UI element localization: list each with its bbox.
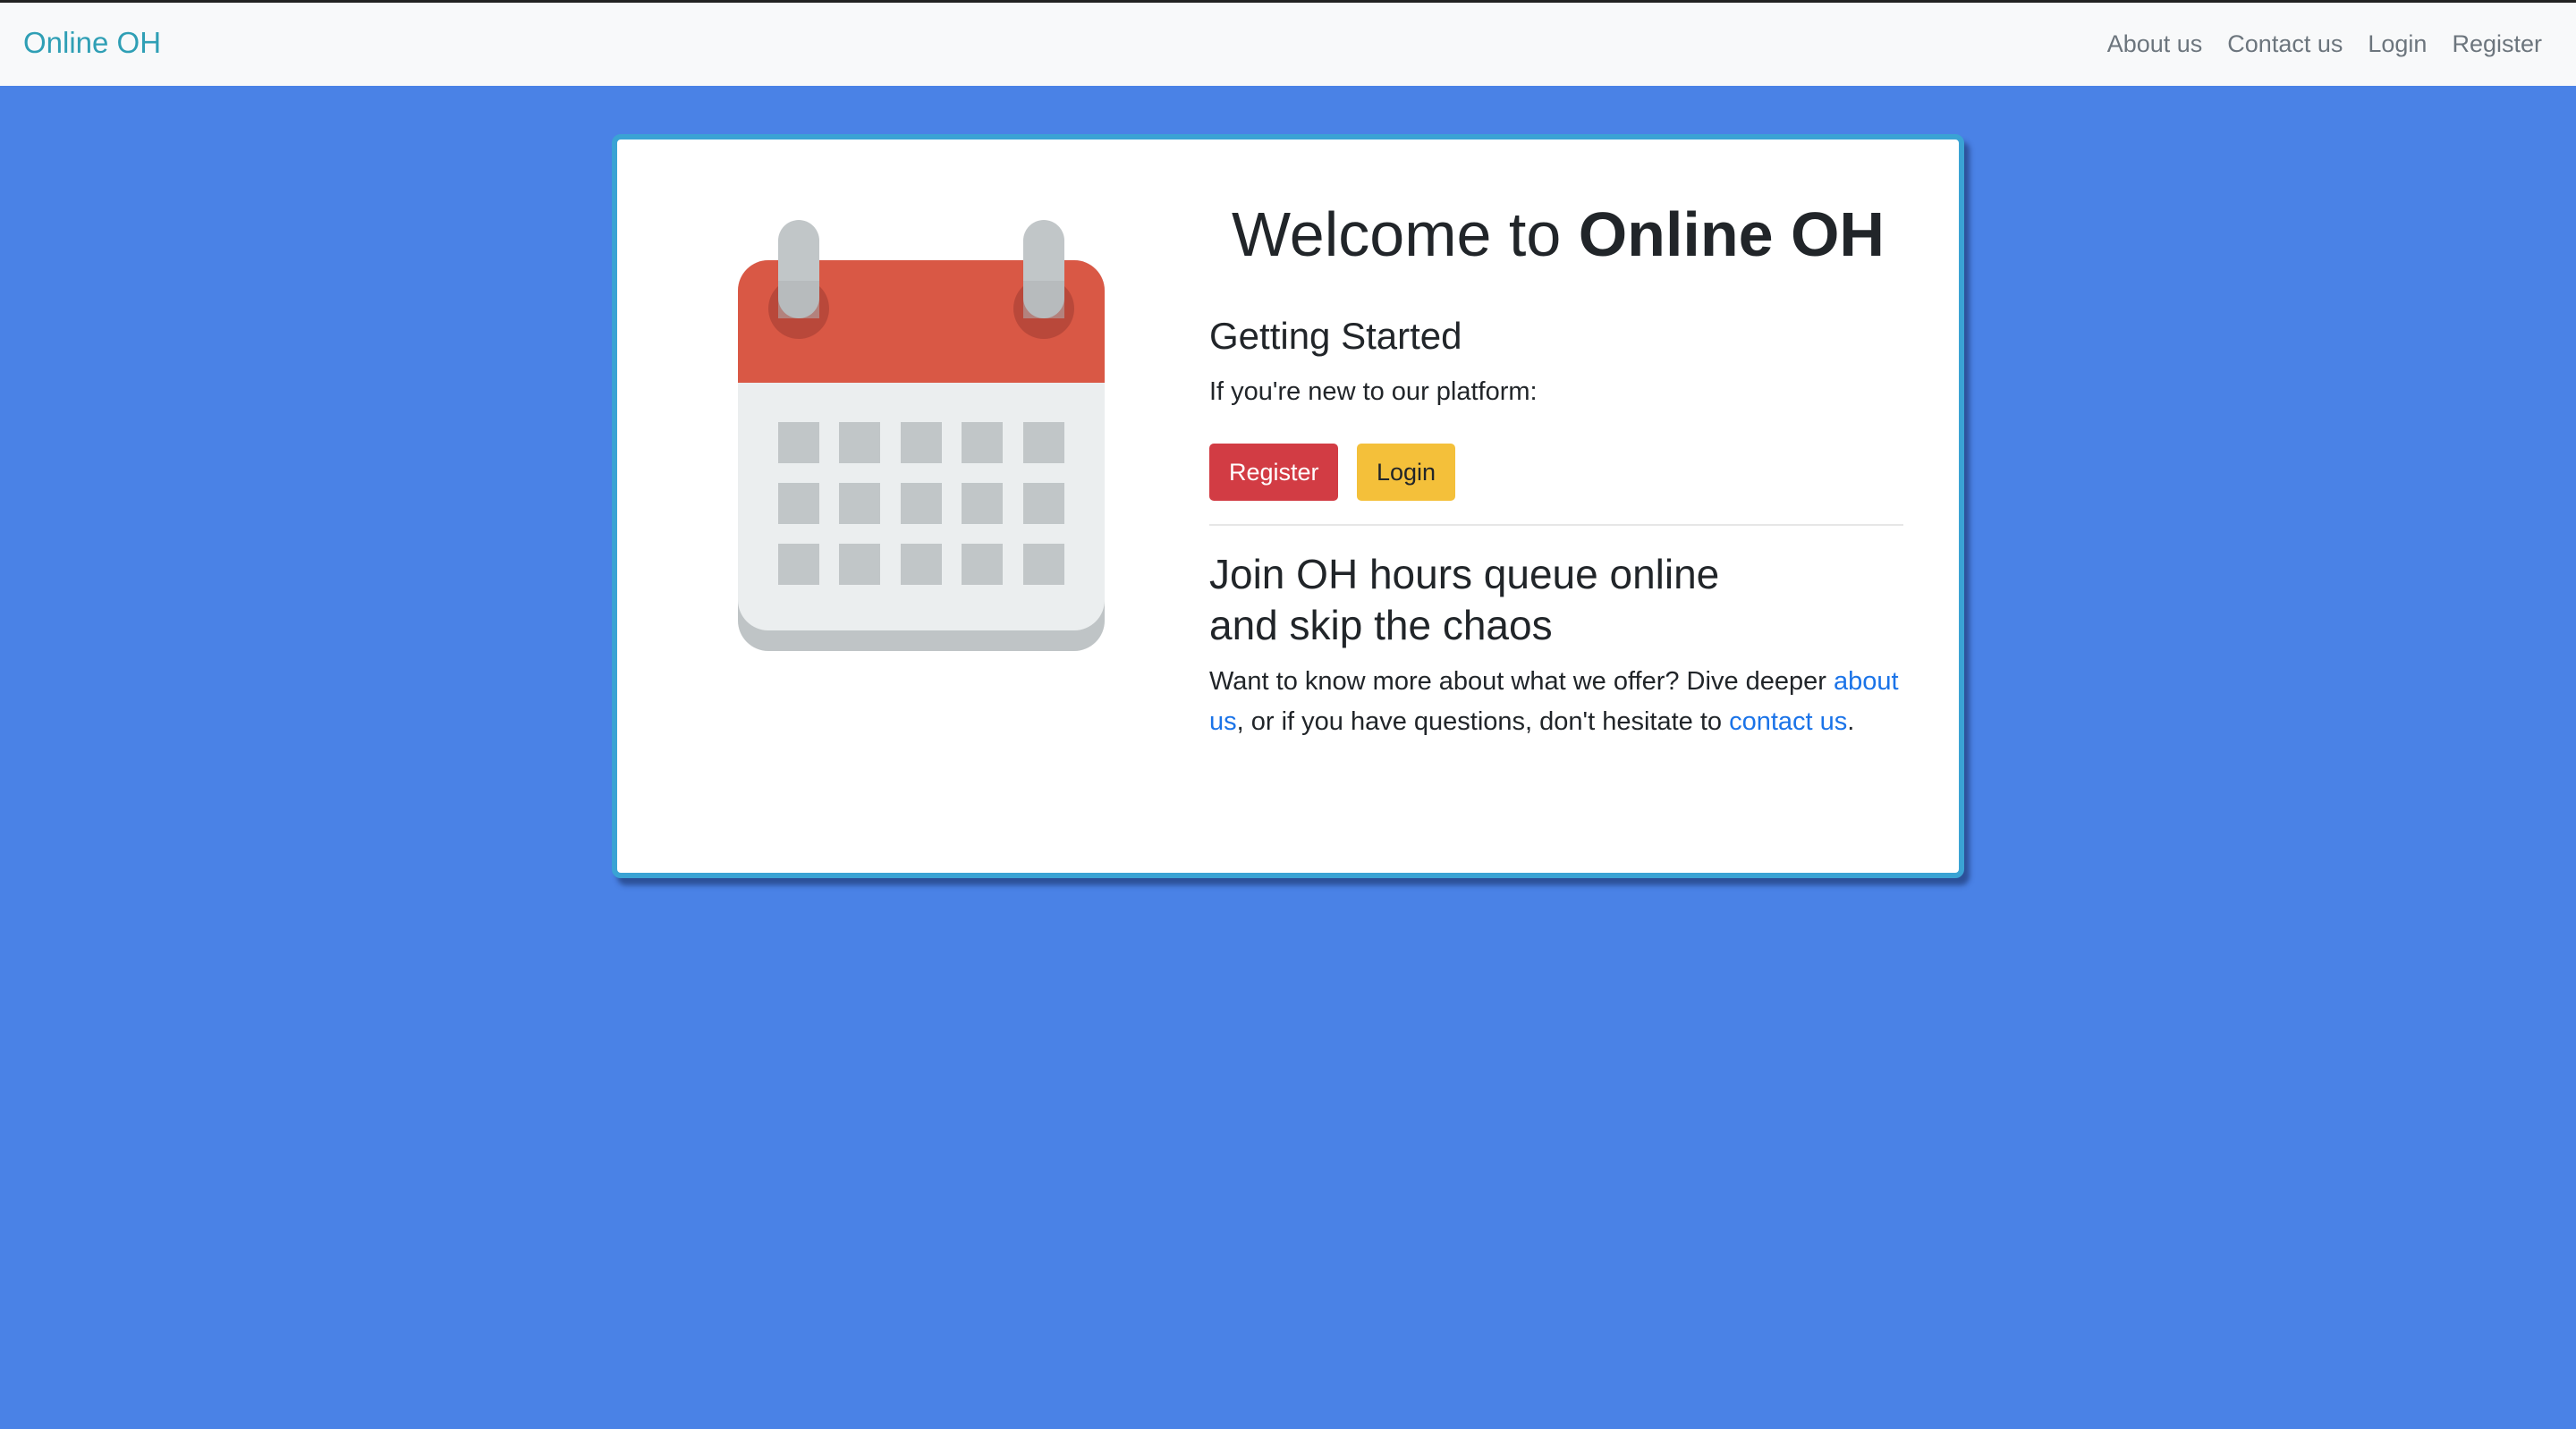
welcome-heading: Welcome to Online OH [1209, 199, 1907, 270]
nav-link-about[interactable]: About us [2107, 30, 2203, 58]
nav-link-login[interactable]: Login [2368, 30, 2427, 58]
calendar-icon [738, 220, 1105, 651]
register-button[interactable]: Register [1209, 444, 1338, 501]
brand-link[interactable]: Online OH [23, 3, 161, 86]
nav-link-register[interactable]: Register [2452, 30, 2542, 58]
join-heading: Join OH hours queue online and skip the c… [1209, 549, 1719, 651]
login-button[interactable]: Login [1357, 444, 1455, 501]
more-info-text: Want to know more about what we offer? D… [1209, 662, 1916, 742]
join-line-1: Join OH hours queue online [1209, 551, 1720, 597]
welcome-prefix: Welcome to [1232, 199, 1579, 269]
more-text-3: . [1847, 707, 1855, 736]
intro-text: If you're new to our platform: [1209, 377, 1538, 406]
welcome-card: Welcome to Online OH Getting Started If … [612, 134, 1964, 878]
getting-started-heading: Getting Started [1209, 315, 1462, 357]
contact-us-link[interactable]: contact us [1729, 707, 1847, 736]
nav-links: About us Contact us Login Register [2107, 3, 2542, 86]
navbar: Online OH About us Contact us Login Regi… [0, 3, 2576, 86]
nav-link-contact[interactable]: Contact us [2227, 30, 2343, 58]
divider [1209, 524, 1903, 526]
join-line-2: and skip the chaos [1209, 602, 1553, 648]
more-text-2: , or if you have questions, don't hesita… [1236, 707, 1730, 736]
welcome-brand: Online OH [1578, 199, 1885, 269]
more-text-1: Want to know more about what we offer? D… [1209, 667, 1834, 696]
